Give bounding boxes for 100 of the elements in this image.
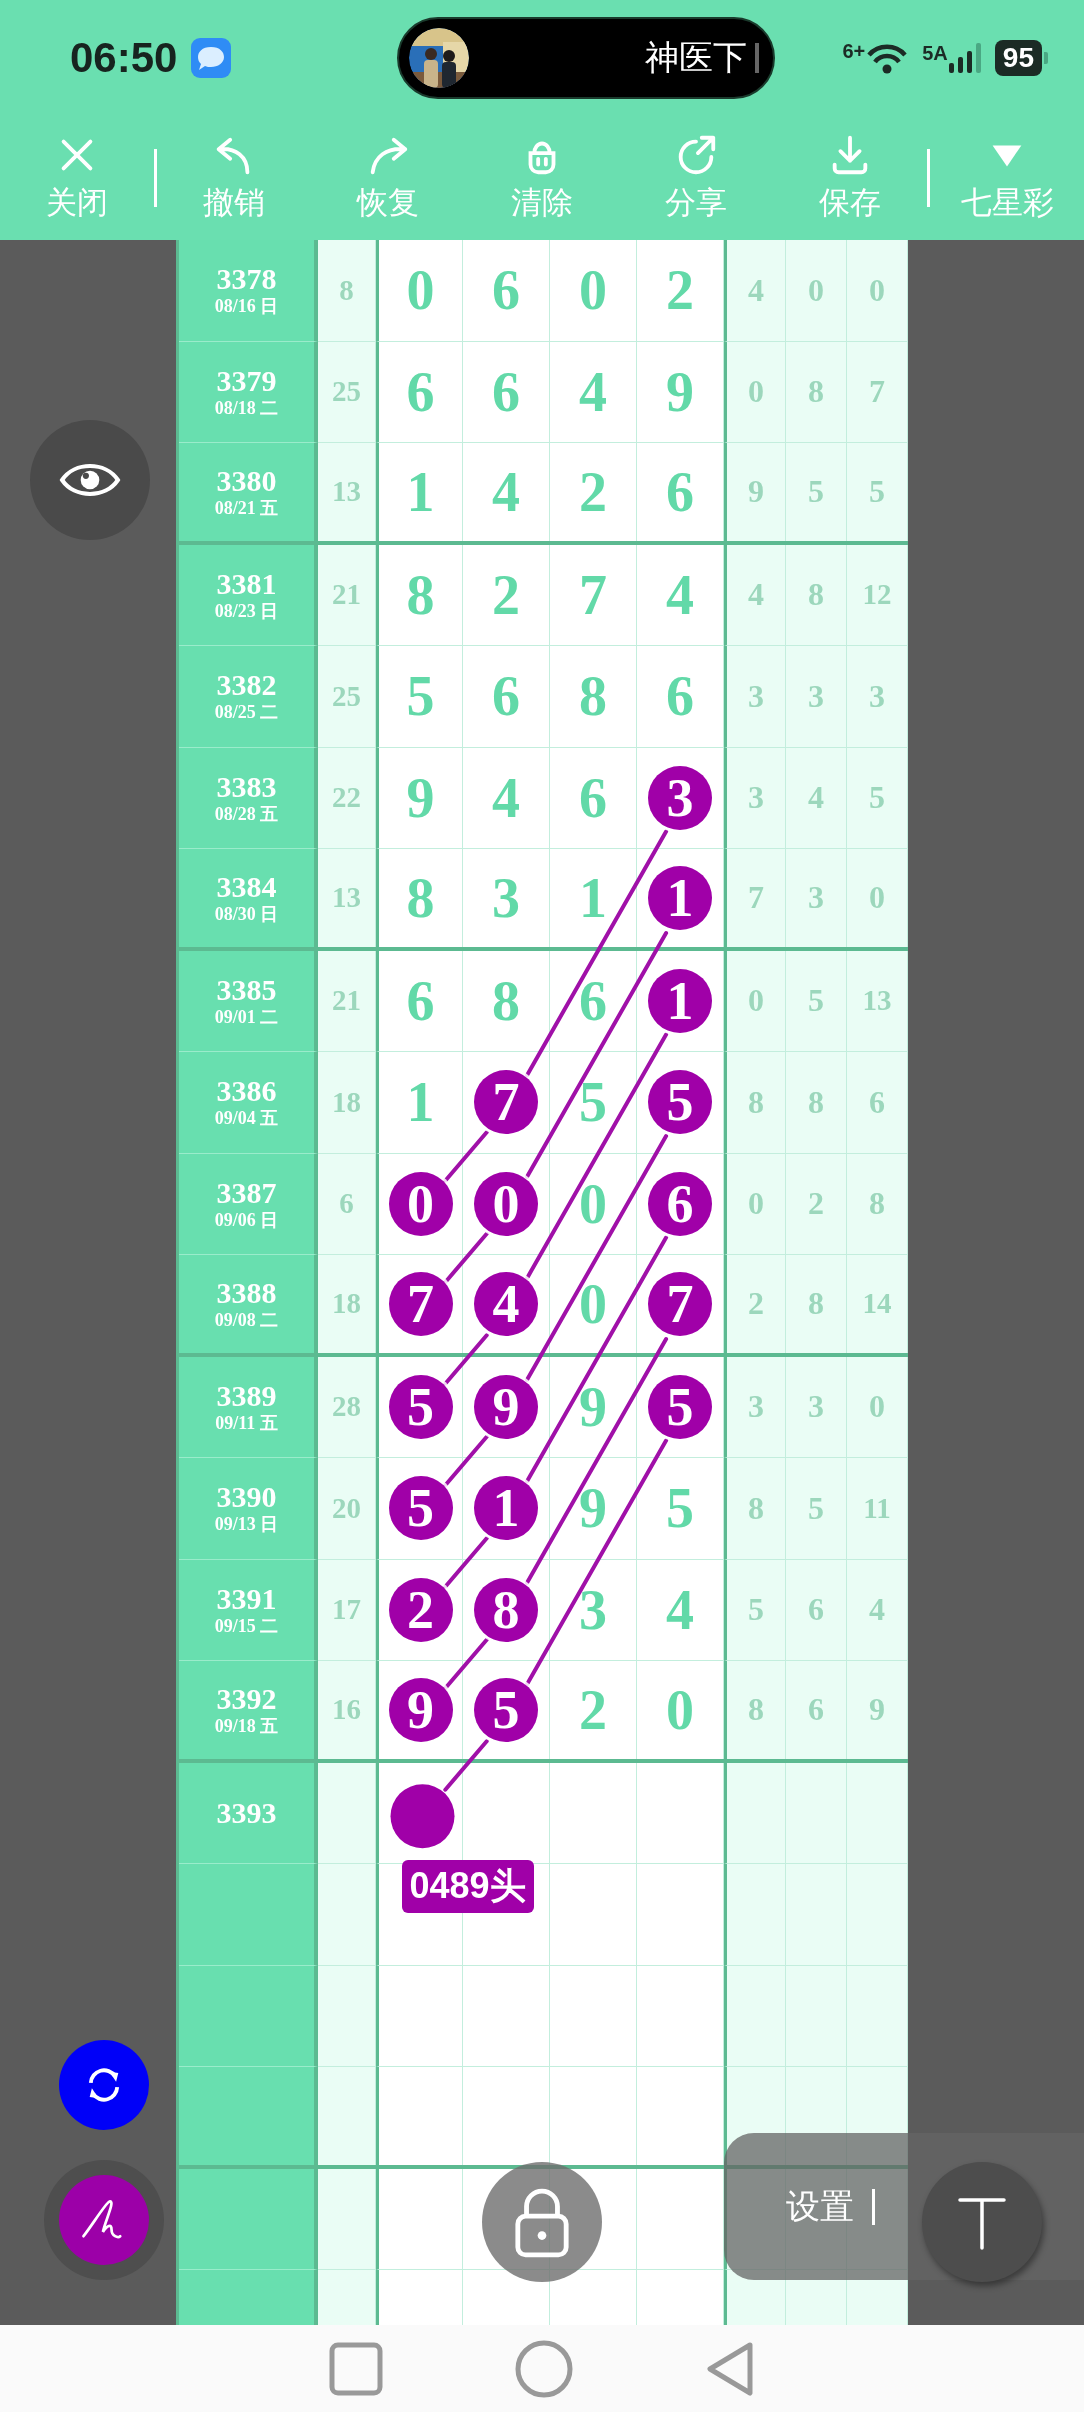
circled-number: 3	[648, 765, 712, 830]
sum-value: 8	[339, 273, 354, 307]
circled-number: 9	[388, 1677, 453, 1742]
stat-value: 8	[748, 1083, 764, 1121]
drawn-number: 4	[666, 562, 694, 627]
sum-value: 21	[332, 578, 361, 612]
period-number: 3392	[216, 1682, 277, 1715]
pen-button[interactable]	[59, 2175, 149, 2265]
drawn-number: 6	[406, 359, 435, 424]
media-pill[interactable]: 神医下	[397, 16, 776, 99]
sum-value: 22	[332, 781, 361, 815]
stat-value: 13	[862, 984, 892, 1018]
share-button[interactable]: 分享	[619, 131, 773, 224]
draw-date: 09/01 二	[214, 1005, 279, 1028]
stat-value: 3	[748, 779, 764, 817]
drawn-number: 9	[579, 1374, 607, 1439]
circled-number: 9	[474, 1374, 538, 1439]
period-number: 3388	[216, 1276, 277, 1309]
draw-date: 09/18 五	[214, 1714, 279, 1737]
sum-value: 6	[339, 1187, 354, 1221]
period-number: 3380	[216, 464, 277, 497]
stat-value: 3	[808, 1388, 824, 1426]
stat-value: 3	[869, 677, 885, 715]
stat-value: 8	[748, 1691, 764, 1729]
drawn-number: 5	[406, 664, 435, 729]
period-number: 3390	[216, 1481, 277, 1514]
drawn-number: 9	[406, 765, 435, 830]
network-label: 5A	[922, 42, 948, 63]
square-icon	[328, 2340, 384, 2397]
stat-value: 8	[808, 1285, 824, 1323]
drawn-number: 4	[492, 765, 520, 830]
circled-number: 0	[474, 1171, 538, 1236]
stat-value: 0	[748, 982, 764, 1020]
circled-number: 5	[648, 1374, 712, 1439]
drawn-number: 1	[579, 865, 607, 930]
drawn-number: 6	[492, 664, 520, 729]
period-number: 3389	[216, 1379, 277, 1412]
draw-date: 08/30 日	[214, 902, 279, 925]
period-number: 3381	[216, 567, 277, 600]
marker-label: 0489头	[401, 1860, 534, 1914]
close-button[interactable]: 关闭	[0, 131, 154, 224]
recent-apps-button[interactable]	[328, 2340, 384, 2397]
drawn-number: 0	[579, 1271, 607, 1336]
drawn-number: 6	[666, 664, 694, 729]
sum-value: 20	[332, 1491, 361, 1525]
circled-number: 5	[648, 1070, 712, 1135]
drawn-number: 1	[406, 1070, 435, 1135]
stat-value: 8	[748, 1489, 764, 1527]
drawn-number: 8	[406, 865, 435, 930]
drawn-number: 3	[492, 865, 520, 930]
lottery-menu[interactable]: 七星彩	[930, 131, 1084, 224]
home-button[interactable]	[514, 2338, 574, 2399]
draw-date: 08/28 五	[214, 802, 279, 825]
redo-button[interactable]: 恢复	[311, 131, 465, 224]
drawn-number: 6	[406, 968, 435, 1033]
clear-button[interactable]: 清除	[465, 131, 619, 224]
circled-number: 0	[388, 1171, 453, 1236]
stat-value: 8	[808, 576, 824, 614]
stat-value: 5	[808, 1489, 824, 1527]
draw-date: 08/21 五	[214, 496, 279, 519]
drawn-number: 4	[579, 359, 607, 424]
drawn-number: 0	[579, 258, 607, 323]
stat-value: 3	[748, 677, 764, 715]
stat-value: 5	[748, 1591, 764, 1629]
drawn-number: 8	[406, 562, 435, 627]
stat-value: 9	[869, 1691, 885, 1729]
stat-value: 0	[748, 373, 764, 411]
period-number: 3379	[216, 364, 277, 397]
stat-value: 5	[808, 982, 824, 1020]
period-number: 3385	[216, 973, 277, 1006]
circled-number: 7	[474, 1070, 538, 1135]
message-icon	[191, 37, 232, 78]
stat-value: 14	[862, 1287, 892, 1321]
draw-date: 08/16 日	[214, 295, 279, 318]
draw-date: 08/18 二	[214, 396, 279, 419]
drawn-number: 2	[579, 459, 607, 524]
drawn-number: 2	[666, 258, 694, 323]
drawn-number: 6	[579, 968, 607, 1033]
circled-number: 1	[474, 1476, 538, 1541]
drawn-number: 5	[579, 1070, 607, 1135]
period-number: 3386	[216, 1075, 277, 1108]
drawn-number: 4	[492, 459, 520, 524]
stat-value: 5	[808, 473, 824, 511]
draw-date: 09/08 二	[214, 1308, 279, 1331]
save-button[interactable]: 保存	[773, 131, 927, 224]
undo-button[interactable]: 撤销	[157, 131, 311, 224]
circled-number: 1	[648, 865, 712, 930]
stat-value: 4	[869, 1591, 885, 1629]
stat-value: 3	[748, 1388, 764, 1426]
circled-number: 7	[648, 1271, 712, 1336]
drawn-number: 3	[579, 1577, 607, 1642]
settings-button[interactable]: 设置	[786, 2183, 854, 2230]
signal-icon	[948, 42, 981, 73]
stat-value: 0	[808, 271, 824, 309]
stat-value: 6	[808, 1691, 824, 1729]
drawn-number: 9	[579, 1476, 607, 1541]
stat-value: 0	[869, 879, 885, 917]
wifi-label: 6+	[842, 40, 866, 61]
stat-value: 6	[869, 1083, 885, 1121]
stat-value: 0	[869, 1388, 885, 1426]
